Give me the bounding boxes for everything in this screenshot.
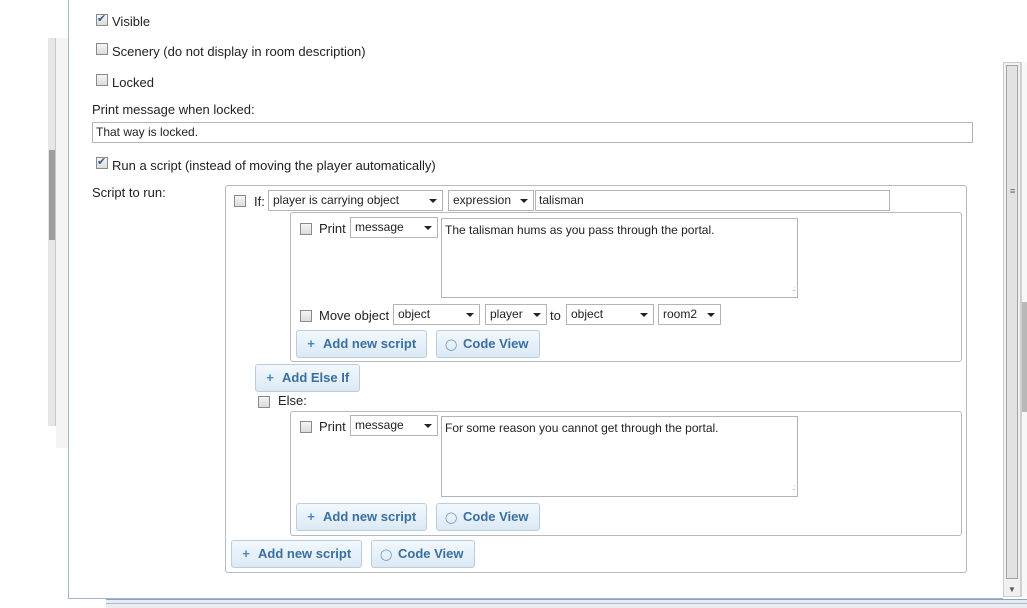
background-scroll-thumb xyxy=(49,150,55,240)
run-script-checkbox[interactable] xyxy=(96,155,108,169)
move-object-label: Move object xyxy=(319,308,390,323)
move-dest-type-value: object xyxy=(571,307,604,321)
plus-icon: + xyxy=(307,509,315,524)
move-dest-select[interactable]: room2 xyxy=(658,304,721,325)
chevron-down-icon xyxy=(707,313,715,317)
add-new-script-label: Add new script xyxy=(258,546,352,561)
if-add-new-script-label: Add new script xyxy=(323,336,417,351)
code-view-icon: ◯ xyxy=(445,339,458,351)
move-object-value: player xyxy=(490,307,523,321)
move-object-select[interactable]: player xyxy=(485,304,547,325)
else-print-message-textarea[interactable]: For some reason you cannot get through t… xyxy=(441,416,798,497)
if-condition-select-value: player is carrying object xyxy=(273,193,400,207)
if-mode-select-value: expression xyxy=(453,193,512,207)
print-select-checkbox[interactable] xyxy=(300,223,312,235)
print-message-textarea[interactable]: The talisman hums as you pass through th… xyxy=(441,218,798,298)
print-type-select[interactable]: message xyxy=(350,217,438,238)
chevron-down-icon xyxy=(424,226,432,230)
add-else-if-label: Add Else If xyxy=(282,370,350,385)
locked-message-input[interactable]: That way is locked. xyxy=(92,122,973,143)
else-add-new-script-label: Add new script xyxy=(323,509,417,524)
else-print-type-value: message xyxy=(355,418,404,432)
panel-bottom-border xyxy=(68,598,1003,599)
locked-message-label: Print message when locked: xyxy=(92,102,255,117)
else-print-message-text: For some reason you cannot get through t… xyxy=(445,421,719,435)
else-select-checkbox[interactable] xyxy=(258,396,270,408)
else-print-type-select[interactable]: message xyxy=(350,415,438,436)
if-label: If: xyxy=(254,194,265,209)
code-view-icon: ◯ xyxy=(445,512,458,524)
code-view-button[interactable]: ◯ Code View xyxy=(371,540,475,568)
if-mode-select[interactable]: expression xyxy=(448,190,534,211)
move-dest-type-select[interactable]: object xyxy=(566,304,654,325)
add-else-if-button[interactable]: + Add Else If xyxy=(255,364,361,392)
else-code-view-label: Code View xyxy=(463,509,529,524)
resize-grip-icon[interactable]: .: xyxy=(793,481,797,495)
script-to-run-label: Script to run: xyxy=(92,185,166,200)
else-label: Else: xyxy=(278,393,307,408)
if-expression-input[interactable]: talisman xyxy=(535,190,890,211)
chevron-down-icon xyxy=(533,313,541,317)
chevron-down-icon xyxy=(520,199,528,203)
else-add-new-script-button[interactable]: + Add new script xyxy=(296,503,428,531)
window-bottom-edge xyxy=(106,599,1027,608)
chevron-down-icon xyxy=(466,313,474,317)
if-code-view-button[interactable]: ◯ Code View xyxy=(436,330,540,358)
move-object-type-select[interactable]: object xyxy=(393,304,480,325)
plus-icon: + xyxy=(242,546,250,561)
move-object-type-value: object xyxy=(398,307,431,321)
chevron-down-icon xyxy=(429,199,437,203)
if-code-view-label: Code View xyxy=(463,336,529,351)
code-view-icon: ◯ xyxy=(380,549,393,561)
if-add-new-script-button[interactable]: + Add new script xyxy=(296,330,428,358)
move-to-label: to xyxy=(550,308,561,323)
locked-label: Locked xyxy=(112,75,154,90)
else-code-view-button[interactable]: ◯ Code View xyxy=(436,503,540,531)
visible-label: Visible xyxy=(112,14,151,29)
move-dest-value: room2 xyxy=(663,307,698,321)
add-new-script-button[interactable]: + Add new script xyxy=(231,540,363,568)
chevron-down-icon xyxy=(640,313,648,317)
background-window-scrollbar xyxy=(48,38,56,426)
else-print-select-checkbox[interactable] xyxy=(300,421,312,433)
scroll-down-arrow-icon[interactable]: ▼ xyxy=(1008,585,1016,594)
plus-icon: + xyxy=(266,370,274,385)
if-select-checkbox[interactable] xyxy=(234,195,246,207)
vertical-scrollbar[interactable]: ≡ ▼ xyxy=(1003,62,1021,597)
scrollbar-thumb[interactable]: ≡ xyxy=(1006,65,1018,579)
code-view-label: Code View xyxy=(398,546,464,561)
scenery-checkbox[interactable] xyxy=(96,43,108,55)
print-message-text: The talisman hums as you pass through th… xyxy=(445,223,715,237)
resize-grip-icon[interactable]: .: xyxy=(793,282,797,296)
if-condition-select[interactable]: player is carrying object xyxy=(268,190,443,211)
run-script-label: Run a script (instead of moving the play… xyxy=(112,158,436,173)
background-window-right-edge xyxy=(1021,62,1027,597)
else-print-label: Print xyxy=(319,419,346,434)
plus-icon: + xyxy=(307,336,315,351)
scenery-label: Scenery (do not display in room descript… xyxy=(112,44,366,59)
background-window-edge xyxy=(56,38,68,448)
locked-checkbox[interactable] xyxy=(96,74,108,86)
print-type-select-value: message xyxy=(355,220,404,234)
visible-checkbox[interactable] xyxy=(96,12,108,26)
move-select-checkbox[interactable] xyxy=(300,310,312,322)
scroll-grip-icon: ≡ xyxy=(1010,186,1016,196)
chevron-down-icon xyxy=(424,424,432,428)
print-label: Print xyxy=(319,221,346,236)
